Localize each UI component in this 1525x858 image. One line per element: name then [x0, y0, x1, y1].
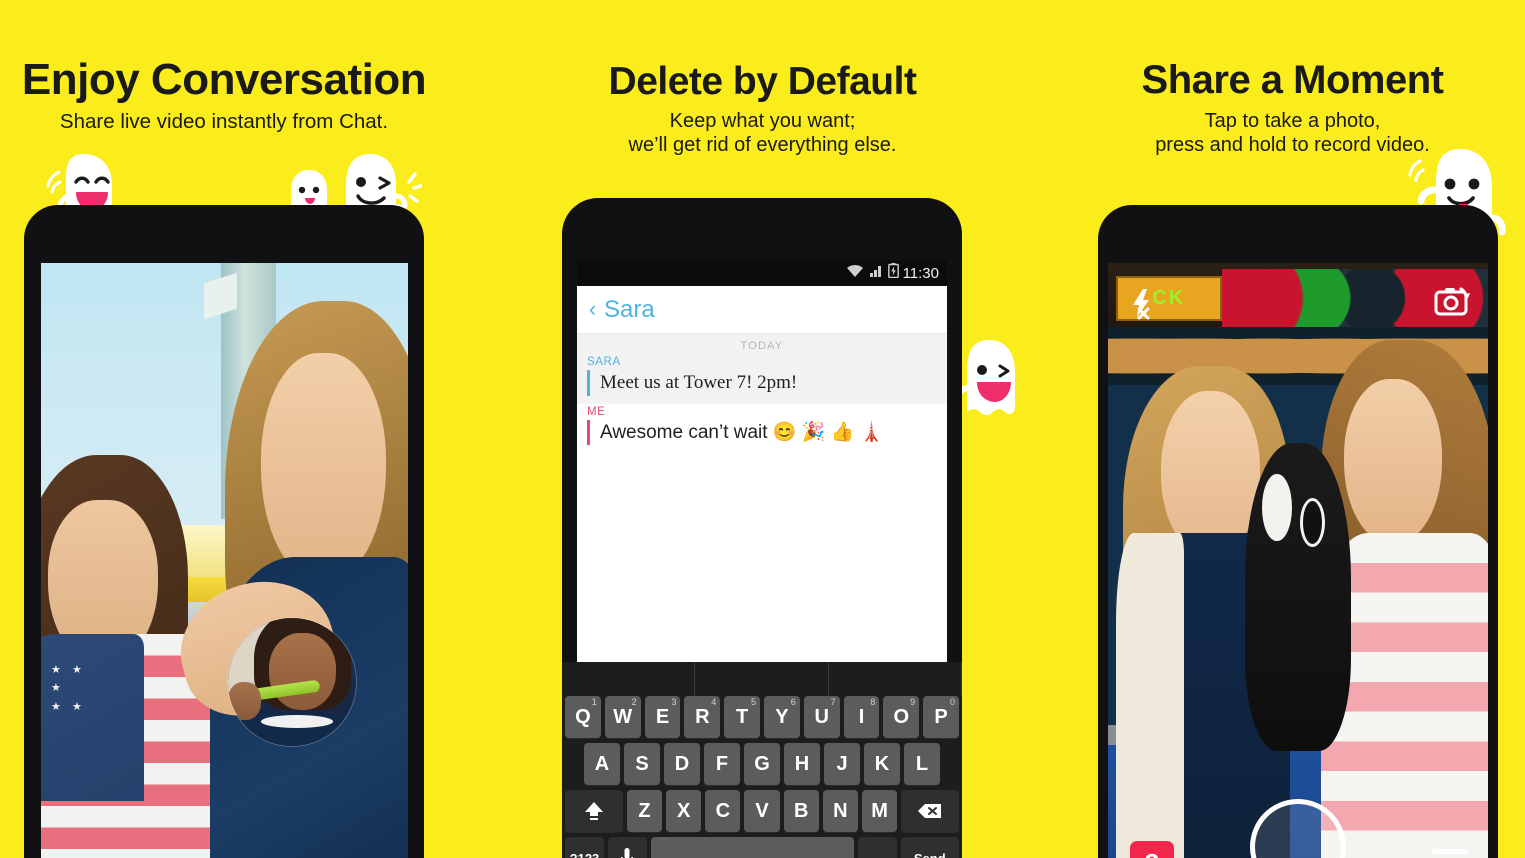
- key-t[interactable]: 5T: [724, 696, 760, 738]
- key-a[interactable]: A: [584, 743, 620, 785]
- phone-mid: 11:30 ‹ Sara TODAY SARA Meet us at Tower…: [562, 198, 962, 858]
- key-hint: 4: [711, 697, 717, 707]
- screen-camera[interactable]: CK: [1108, 263, 1488, 858]
- page-subtitle-left: Share live video instantly from Chat.: [59, 110, 389, 133]
- chat-message-row[interactable]: ME Awesome can’t wait 😊 🎉 👍 🗼: [577, 403, 947, 454]
- key-symbols[interactable]: ?123: [565, 837, 604, 858]
- snap-count-badge[interactable]: 3: [1130, 841, 1174, 858]
- key-o[interactable]: 9O: [883, 696, 920, 738]
- key-g[interactable]: G: [744, 743, 780, 785]
- page-subtitle-mid-line1: Keep what you want;: [669, 110, 856, 132]
- page-subtitle-mid: Keep what you want; we’ll get rid of eve…: [500, 110, 1025, 157]
- key-z[interactable]: Z: [626, 790, 663, 832]
- suggestion-slot[interactable]: [829, 662, 962, 696]
- battery-icon: [887, 263, 899, 283]
- status-bar: 11:30: [577, 260, 947, 286]
- camera-flip-icon[interactable]: [1434, 285, 1472, 319]
- chat-day-label: TODAY: [577, 334, 947, 354]
- key-hint: 7: [830, 697, 836, 707]
- flash-off-icon[interactable]: [1126, 287, 1160, 321]
- key-l[interactable]: L: [904, 743, 940, 785]
- status-bar-time: 11:30: [902, 264, 939, 282]
- chat-message-row[interactable]: SARA Meet us at Tower 7! 2pm!: [577, 354, 947, 404]
- key-k[interactable]: K: [864, 743, 900, 785]
- key-q[interactable]: 1Q: [565, 696, 601, 738]
- chat-sender-name: ME: [587, 405, 606, 418]
- page-subtitle-mid-line2: we’ll get rid of everything else.: [628, 133, 897, 156]
- key-send[interactable]: Send: [900, 837, 959, 858]
- key-f[interactable]: F: [704, 743, 740, 785]
- phone-left: [24, 205, 424, 858]
- hamburger-menu-icon[interactable]: [1432, 849, 1468, 858]
- key-e[interactable]: 3E: [644, 696, 681, 738]
- chat-message-text: Meet us at Tower 7! 2pm!: [587, 370, 947, 396]
- screen-live-video-chat[interactable]: [41, 263, 408, 858]
- key-c[interactable]: C: [705, 790, 741, 832]
- wifi-icon: [846, 264, 864, 283]
- key-period[interactable]: .: [857, 837, 897, 858]
- key-s[interactable]: S: [624, 743, 660, 785]
- key-x[interactable]: X: [666, 790, 702, 832]
- suggestion-slot[interactable]: [562, 662, 696, 696]
- keyboard-row-3[interactable]: ZXCVBNM: [562, 790, 962, 837]
- page-title-right: Share a Moment: [1141, 58, 1444, 102]
- showcase-stage: Enjoy Conversation Share live video inst…: [0, 0, 1525, 858]
- signal-icon: [868, 264, 884, 283]
- key-r[interactable]: 4R: [684, 696, 721, 738]
- key-y[interactable]: 6Y: [764, 696, 800, 738]
- keyboard-suggestion-bar[interactable]: [562, 662, 962, 696]
- key-hint: 3: [671, 697, 677, 707]
- suggestion-slot[interactable]: [695, 662, 829, 696]
- keyboard-row-2[interactable]: ASDFGHJKL: [562, 743, 962, 790]
- key-v[interactable]: V: [744, 790, 780, 832]
- key-hint: 5: [750, 697, 756, 707]
- key-u[interactable]: 7U: [803, 696, 840, 738]
- winking-ghost-icon: [955, 338, 1025, 422]
- key-w[interactable]: 2W: [604, 696, 641, 738]
- page-title-mid: Delete by Default: [608, 60, 917, 103]
- page-subtitle-right-line1: Tap to take a photo,: [1204, 110, 1381, 132]
- key-microphone[interactable]: [607, 837, 647, 858]
- key-shift[interactable]: [565, 790, 623, 832]
- photo-carnival-plush: CK: [1108, 263, 1488, 858]
- chat-sender-name: SARA: [587, 356, 621, 368]
- key-hint: 8: [870, 697, 876, 707]
- key-space[interactable]: [650, 837, 854, 858]
- keyboard-row-1[interactable]: 1Q2W3E4R5T6Y7U8I9O0P: [562, 696, 962, 743]
- key-hint: 9: [910, 697, 916, 707]
- key-i[interactable]: 8I: [843, 696, 880, 738]
- keyboard-row-4[interactable]: ?123 . Send: [562, 837, 962, 858]
- back-chevron-icon[interactable]: ‹: [589, 299, 596, 320]
- key-b[interactable]: B: [783, 790, 819, 832]
- key-p[interactable]: 0P: [923, 696, 959, 738]
- key-n[interactable]: N: [822, 790, 858, 832]
- chat-message-text: Awesome can’t wait 😊 🎉 👍 🗼: [587, 419, 947, 446]
- page-title-left: Enjoy Conversation: [21, 55, 427, 104]
- key-hint: 2: [631, 697, 637, 707]
- key-j[interactable]: J: [824, 743, 860, 785]
- key-m[interactable]: M: [861, 790, 898, 832]
- menu-bar: [1432, 849, 1468, 854]
- live-video-bubble[interactable]: [228, 618, 356, 746]
- key-hint: 0: [949, 697, 955, 707]
- key-hint: 6: [790, 697, 796, 707]
- phone-right: CK: [1098, 205, 1498, 858]
- key-backspace[interactable]: [901, 790, 960, 832]
- chat-title: Sara: [604, 295, 655, 323]
- key-d[interactable]: D: [664, 743, 700, 785]
- photo-waterpark-selfie: [41, 263, 408, 858]
- android-keyboard[interactable]: 1Q2W3E4R5T6Y7U8I9O0P ASDFGHJKL ZXCVBNM ?…: [562, 662, 962, 858]
- key-hint: 1: [591, 697, 597, 707]
- key-h[interactable]: H: [784, 743, 820, 785]
- chat-appbar: ‹ Sara: [577, 286, 947, 334]
